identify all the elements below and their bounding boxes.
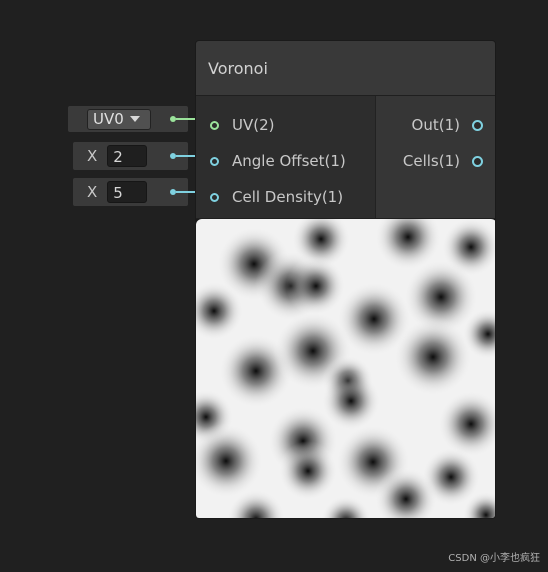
input-port-uv[interactable]: UV(2) — [210, 113, 275, 137]
input-ports-panel: UV(2) Angle Offset(1) Cell Density(1) — [196, 96, 375, 218]
cell-density-axis-label: X — [87, 183, 98, 201]
cells-port-icon[interactable] — [472, 155, 483, 167]
uv-port-icon[interactable] — [210, 120, 219, 130]
angle-offset-axis-label: X — [87, 147, 98, 165]
angle-offset-port-icon[interactable] — [210, 156, 219, 166]
voronoi-preview-image — [196, 219, 495, 518]
output-port-out[interactable]: Out(1) — [412, 113, 483, 137]
cell-density-value-field[interactable]: 5 — [107, 181, 148, 203]
voronoi-node[interactable]: Voronoi UV(2) Angle Offset(1) Cell Densi… — [195, 40, 496, 519]
watermark: CSDN @小李也疯狂 — [448, 553, 540, 564]
input-port-cell-density[interactable]: Cell Density(1) — [210, 185, 343, 209]
input-port-label: Angle Offset(1) — [232, 152, 346, 170]
uv-input-field: UV0 — [68, 106, 188, 132]
cell-density-input-field: X 5 — [73, 178, 188, 206]
dropdown-caret-icon — [129, 116, 140, 122]
input-port-label: UV(2) — [232, 116, 275, 134]
node-title[interactable]: Voronoi — [196, 41, 495, 96]
node-preview — [196, 218, 495, 518]
angle-offset-input-field: X 2 — [73, 142, 188, 170]
output-port-label: Out(1) — [411, 116, 460, 134]
out-port-icon[interactable] — [472, 119, 483, 131]
output-port-cells[interactable]: Cells(1) — [403, 149, 483, 173]
input-port-angle-offset[interactable]: Angle Offset(1) — [210, 149, 346, 173]
uv-channel-dropdown[interactable]: UV0 — [87, 108, 151, 130]
angle-offset-value-field[interactable]: 2 — [107, 145, 148, 167]
input-port-label: Cell Density(1) — [232, 188, 344, 206]
cell-density-port-icon[interactable] — [210, 192, 219, 202]
output-port-label: Cells(1) — [402, 152, 460, 170]
uv-channel-value: UV0 — [93, 110, 124, 128]
output-ports-panel: Out(1) Cells(1) — [375, 96, 495, 218]
